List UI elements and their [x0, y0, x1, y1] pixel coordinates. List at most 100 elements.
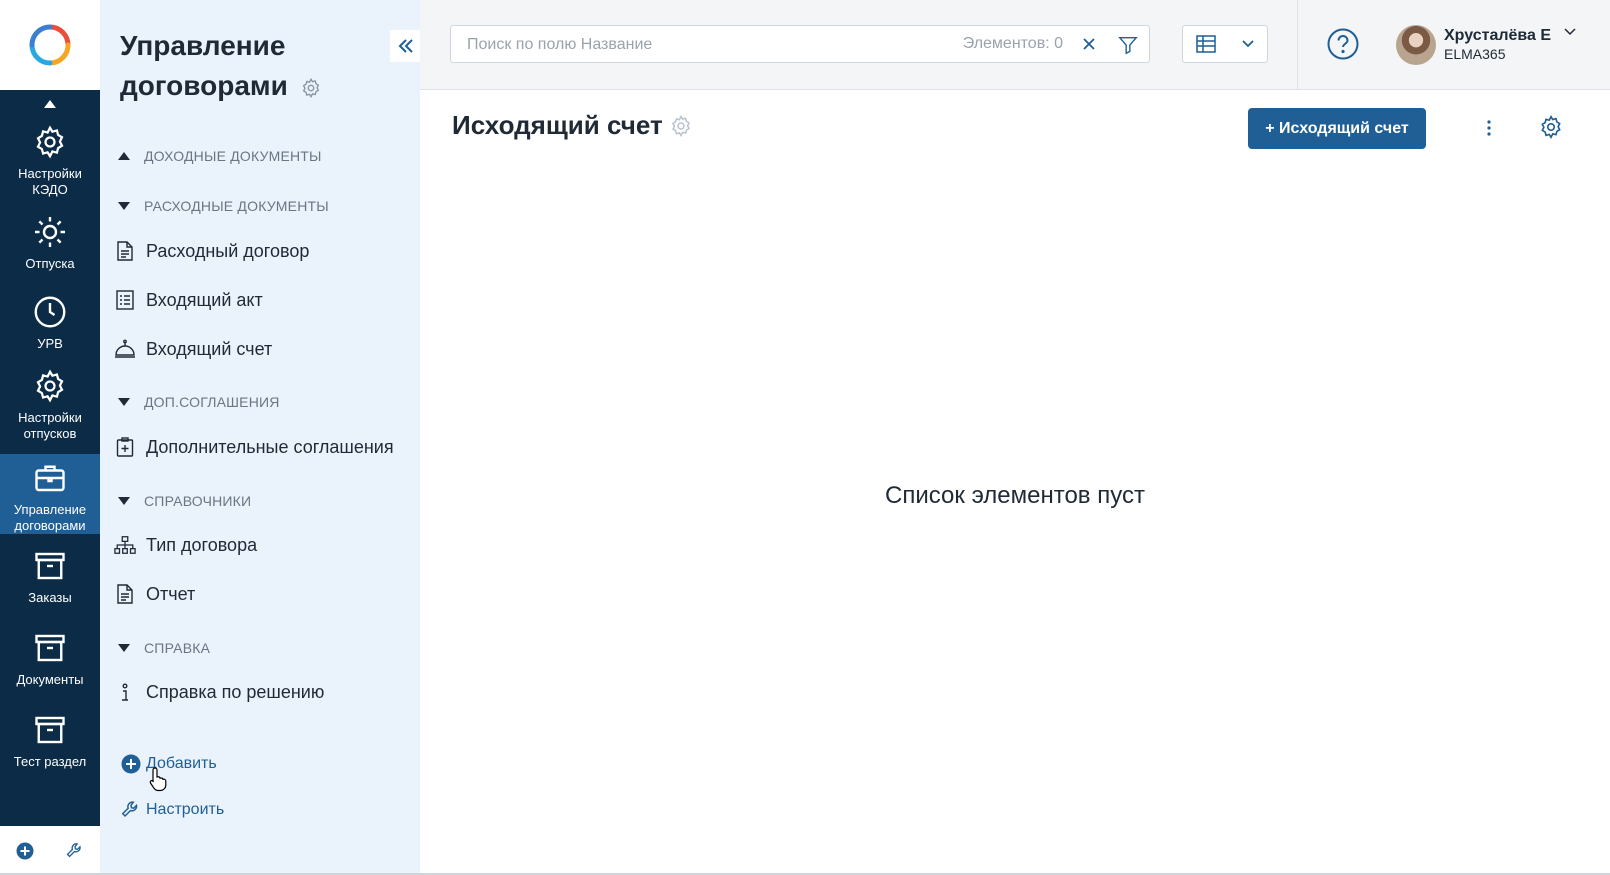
caret-down-icon — [118, 644, 130, 652]
user-name: Хрусталёва Е — [1444, 27, 1552, 44]
search-input[interactable]: Поиск по полю Название — [467, 36, 652, 54]
filter-icon[interactable] — [1117, 34, 1139, 56]
configure-label: Настроить — [146, 801, 225, 818]
rail-scroll-up[interactable] — [0, 100, 100, 112]
nav-item-label: Тип договора — [146, 534, 258, 555]
rail-item-orders[interactable]: Заказы — [0, 546, 100, 606]
info-icon — [114, 681, 136, 703]
settings-gear-icon[interactable] — [1538, 114, 1564, 140]
more-options-icon[interactable] — [1486, 118, 1492, 138]
rail-footer — [0, 826, 100, 875]
empty-list-message: Список элементов пуст — [885, 482, 1145, 509]
section-title: Управление договорами — [120, 26, 390, 106]
section-title-text: Управление договорами — [120, 30, 288, 101]
nav-item-incoming-invoice[interactable]: Входящий счет — [114, 338, 272, 360]
rail-item-label: Настройки отпусков — [18, 410, 82, 441]
rail-item-test-section[interactable]: Тест раздел — [0, 710, 100, 770]
caret-up-icon — [118, 152, 130, 160]
nav-item-solution-help[interactable]: Справка по решению — [114, 681, 324, 703]
nav-item-incoming-act[interactable]: Входящий акт — [114, 289, 263, 311]
archive-box-icon — [35, 552, 65, 580]
nav-item-expense-contract[interactable]: Расходный договор — [114, 240, 309, 262]
group-income-documents[interactable]: ДОХОДНЫЕ ДОКУМЕНТЫ — [118, 148, 322, 164]
rail-item-label: УРВ — [37, 336, 63, 351]
configure-button[interactable]: Настроить — [120, 799, 224, 821]
checklist-icon — [114, 289, 136, 311]
gear-icon — [36, 369, 64, 403]
divider — [1297, 0, 1298, 89]
group-label: СПРАВКА — [144, 640, 211, 656]
question-circle-icon — [1327, 28, 1359, 60]
group-label: РАСХОДНЫЕ ДОКУМЕНТЫ — [144, 198, 329, 214]
add-section-plus-icon[interactable] — [16, 842, 34, 860]
rail-item-label: Отпуска — [25, 256, 75, 271]
chevron-down-icon — [1564, 28, 1576, 36]
help-button[interactable] — [1327, 28, 1359, 60]
create-outgoing-invoice-button[interactable]: + Исходящий счет — [1248, 108, 1426, 149]
rail-item-documents[interactable]: Документы — [0, 628, 100, 688]
group-label: СПРАВОЧНИКИ — [144, 493, 252, 509]
rail-item-contract-management[interactable]: Управление договорами — [0, 454, 100, 534]
rail-item-label: Настройки КЭДО — [18, 166, 82, 197]
hand-cursor-icon — [148, 766, 170, 792]
nav-item-label: Отчет — [146, 583, 196, 604]
main-content: Исходящий счет + Исходящий счет Список э… — [420, 90, 1610, 875]
wrench-icon[interactable] — [65, 841, 85, 861]
group-label: ДОХОДНЫЕ ДОКУМЕНТЫ — [144, 148, 322, 164]
search-box[interactable]: Поиск по полю Название Элементов: 0 — [450, 25, 1150, 63]
double-chevron-left-icon — [398, 39, 413, 53]
app-rail: Настройки КЭДО Отпуска УРВ Настройки отп… — [0, 0, 100, 875]
rail-item-vacations[interactable]: Отпуска — [0, 212, 100, 272]
document-icon — [114, 583, 136, 605]
nav-item-label: Справка по решению — [146, 681, 325, 702]
avatar — [1396, 25, 1436, 65]
sun-icon — [35, 217, 65, 247]
rail-item-vacation-settings[interactable]: Настройки отпусков — [0, 366, 100, 442]
nav-item-contract-type[interactable]: Тип договора — [114, 534, 257, 556]
elma-logo-icon — [29, 24, 71, 66]
elements-count: Элементов: 0 — [962, 35, 1063, 52]
group-references[interactable]: СПРАВОЧНИКИ — [118, 493, 251, 509]
logo[interactable] — [0, 0, 100, 90]
rail-item-urv[interactable]: УРВ — [0, 292, 100, 352]
caret-down-icon — [118, 398, 130, 406]
rail-item-kedo-settings[interactable]: Настройки КЭДО — [0, 122, 100, 198]
section-sidebar: Управление договорами ДОХОДНЫЕ ДОКУМЕНТЫ… — [100, 0, 422, 875]
chevron-down-icon — [1242, 40, 1254, 48]
nav-item-label: Дополнительные соглашения — [146, 436, 394, 457]
nav-item-label: Входящий счет — [146, 338, 273, 359]
clear-search-icon[interactable] — [1081, 36, 1097, 52]
section-settings-gear-icon[interactable] — [300, 77, 322, 99]
user-menu[interactable]: Хрусталёва Е ELMA365 — [1396, 24, 1576, 66]
page-title-text: Исходящий счет — [452, 110, 663, 140]
archive-box-icon — [35, 634, 65, 662]
user-org: ELMA365 — [1444, 46, 1506, 62]
rail-item-label: Управление договорами — [13, 502, 87, 533]
group-expense-documents[interactable]: РАСХОДНЫЕ ДОКУМЕНТЫ — [118, 198, 329, 214]
cloche-icon — [114, 338, 136, 360]
nav-item-label: Расходный договор — [146, 240, 310, 261]
rail-item-label: Тест раздел — [13, 754, 87, 769]
nav-item-report[interactable]: Отчет — [114, 583, 195, 605]
caret-down-icon — [118, 497, 130, 505]
nav-item-supplements[interactable]: Дополнительные соглашения — [114, 436, 394, 458]
gear-icon — [36, 125, 64, 159]
plus-circle-icon — [120, 753, 142, 775]
archive-box-icon — [35, 716, 65, 744]
view-switcher[interactable] — [1182, 25, 1268, 63]
group-supplements[interactable]: ДОП.СОГЛАШЕНИЯ — [118, 394, 280, 410]
rail-item-label: Документы — [16, 672, 84, 687]
top-bar: Поиск по полю Название Элементов: 0 Хрус… — [420, 0, 1610, 90]
user-info: Хрусталёва Е ELMA365 — [1444, 27, 1551, 63]
rail-item-label: Заказы — [28, 590, 72, 605]
nav-item-label: Входящий акт — [146, 289, 263, 310]
group-help[interactable]: СПРАВКА — [118, 640, 210, 656]
table-view-icon — [1196, 35, 1216, 53]
briefcase-icon — [35, 465, 65, 492]
caret-down-icon — [118, 202, 130, 210]
page-title: Исходящий счет — [452, 110, 693, 141]
page-settings-gear-icon[interactable] — [669, 114, 693, 138]
collapse-sidebar-button[interactable] — [390, 30, 422, 62]
triangle-up-icon — [44, 100, 56, 108]
clock-icon — [34, 296, 66, 328]
